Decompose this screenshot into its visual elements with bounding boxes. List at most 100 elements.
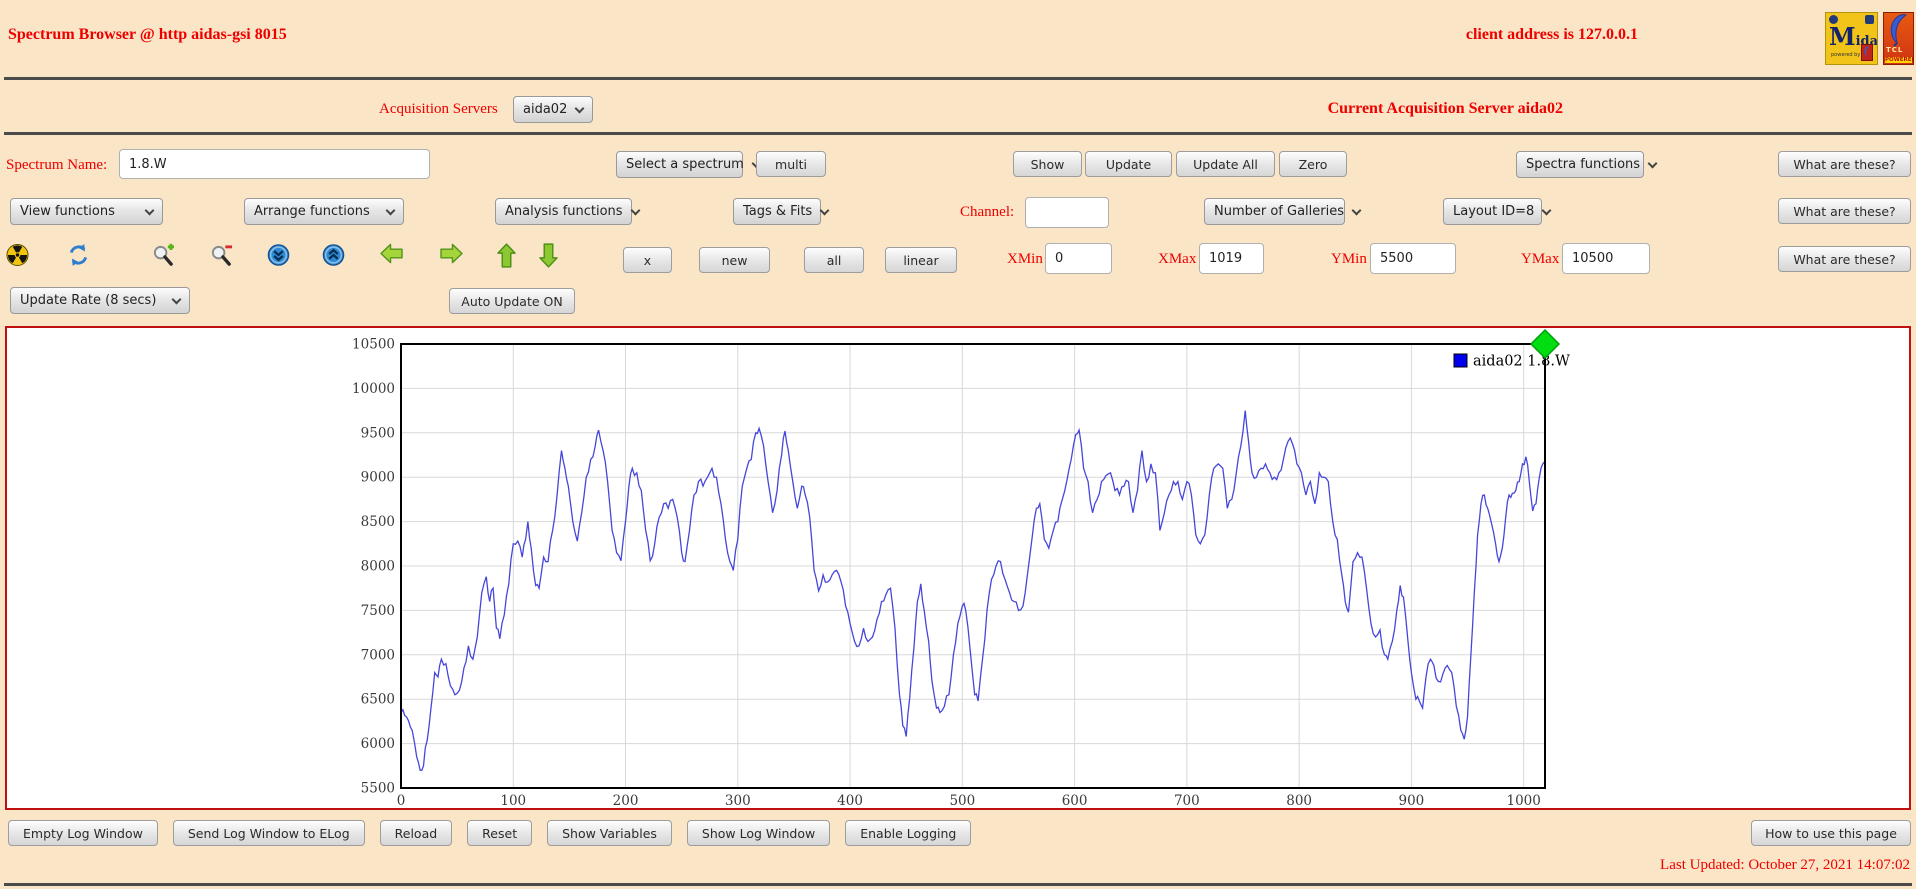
arrow-up-icon[interactable]: [497, 243, 521, 269]
zoom-in-icon[interactable]: [152, 243, 176, 269]
scroll-down-icon[interactable]: [267, 243, 291, 269]
last-updated-text: Last Updated: October 27, 2021 14:07:02: [1660, 857, 1910, 874]
help-button[interactable]: How to use this page: [1751, 820, 1911, 846]
svg-text:900: 900: [1399, 793, 1425, 806]
arrow-down-icon[interactable]: [539, 243, 563, 269]
svg-text:10000: 10000: [352, 381, 395, 397]
midas-logo: Midas powered by: [1825, 12, 1878, 65]
spectrum-name-input[interactable]: [119, 149, 430, 179]
multi-button[interactable]: multi: [756, 151, 826, 177]
channel-input[interactable]: [1025, 197, 1109, 228]
xmin-input[interactable]: [1045, 243, 1112, 274]
midas-tcl-chip-icon: [1861, 44, 1873, 61]
analysis-functions-select[interactable]: Analysis functions: [495, 198, 632, 225]
what-are-these-button-3[interactable]: What are these?: [1778, 246, 1911, 272]
ymax-label: YMax: [1521, 251, 1559, 268]
tcl-logo-text: TCL: [1886, 46, 1903, 54]
client-address: client address is 127.0.0.1: [1466, 26, 1638, 44]
what-are-these-button-1[interactable]: What are these?: [1778, 151, 1911, 177]
current-server-text: Current Acquisition Server aida02: [1328, 100, 1563, 118]
enable-logging-button[interactable]: Enable Logging: [845, 820, 971, 846]
legend-label: aida02 1.8.W: [1473, 354, 1570, 370]
svg-text:6500: 6500: [361, 692, 395, 708]
svg-text:10500: 10500: [352, 337, 395, 353]
number-of-galleries-select[interactable]: Number of Galleries: [1204, 198, 1345, 225]
spectrum-browser-page: { "header": { "title": "Spectrum Browser…: [0, 0, 1916, 889]
chevron-down-icon: [172, 294, 182, 304]
channel-label: Channel:: [960, 204, 1014, 221]
empty-log-window-button[interactable]: Empty Log Window: [8, 820, 158, 846]
arrange-functions-select[interactable]: Arrange functions: [244, 198, 404, 225]
ymax-input[interactable]: [1562, 243, 1650, 274]
ymin-input[interactable]: [1370, 243, 1456, 274]
scroll-up-icon[interactable]: [322, 243, 346, 269]
chevron-down-icon: [1648, 158, 1658, 168]
update-rate-select[interactable]: Update Rate (8 secs): [10, 287, 190, 314]
reset-button[interactable]: Reset: [467, 820, 532, 846]
svg-text:9500: 9500: [361, 425, 395, 441]
auto-update-button[interactable]: Auto Update ON: [449, 288, 575, 314]
update-all-button[interactable]: Update All: [1176, 151, 1275, 177]
tags-fits-select[interactable]: Tags & Fits: [733, 198, 821, 225]
send-log-elog-button[interactable]: Send Log Window to ELog: [173, 820, 365, 846]
svg-text:300: 300: [725, 793, 751, 806]
view-functions-select[interactable]: View functions: [10, 198, 163, 225]
page-title: Spectrum Browser @ http aidas-gsi 8015: [8, 26, 287, 44]
svg-text:100: 100: [500, 793, 526, 806]
reload-button[interactable]: Reload: [380, 820, 453, 846]
xmin-label: XMin: [1007, 251, 1043, 268]
view-functions-value: View functions: [20, 204, 115, 219]
divider: [4, 132, 1912, 135]
show-button[interactable]: Show: [1013, 151, 1082, 177]
zoom-out-icon[interactable]: [210, 243, 234, 269]
svg-text:8000: 8000: [361, 559, 395, 575]
divider: [4, 883, 1912, 886]
number-of-galleries-value: Number of Galleries: [1214, 204, 1344, 219]
svg-text:800: 800: [1286, 793, 1312, 806]
log-toolbar: Empty Log Window Send Log Window to ELog…: [8, 820, 971, 846]
svg-text:700: 700: [1174, 793, 1200, 806]
svg-text:9000: 9000: [361, 470, 395, 486]
select-spectrum-value: Select a spectrum: [626, 157, 744, 172]
svg-text:5500: 5500: [361, 781, 395, 797]
svg-text:6000: 6000: [361, 736, 395, 752]
spectra-functions-select[interactable]: Spectra functions: [1516, 151, 1644, 178]
spectrum-plot: 0100200300400500600700800900100055006000…: [7, 328, 1907, 806]
divider: [4, 77, 1912, 80]
layout-id-select[interactable]: Layout ID=8: [1443, 198, 1542, 225]
radiation-icon[interactable]: [6, 243, 30, 269]
new-button[interactable]: new: [699, 247, 770, 273]
chevron-down-icon: [1542, 205, 1552, 215]
svg-text:7500: 7500: [361, 603, 395, 619]
tcl-feather-icon: [1884, 13, 1913, 47]
show-variables-button[interactable]: Show Variables: [547, 820, 672, 846]
ymin-label: YMin: [1331, 251, 1367, 268]
legend-swatch: [1454, 354, 1467, 367]
acquisition-server-value: aida02: [523, 102, 567, 117]
x-axis-button[interactable]: x: [623, 247, 672, 273]
zero-button[interactable]: Zero: [1279, 151, 1347, 177]
what-are-these-button-2[interactable]: What are these?: [1778, 198, 1911, 224]
spectrum-chart: 0100200300400500600700800900100055006000…: [5, 326, 1911, 810]
chevron-down-icon: [386, 205, 396, 215]
xmax-input[interactable]: [1199, 243, 1264, 274]
tags-fits-value: Tags & Fits: [743, 204, 812, 219]
svg-text:1000: 1000: [1506, 793, 1540, 806]
arrow-right-icon[interactable]: [440, 243, 464, 269]
update-button[interactable]: Update: [1085, 151, 1172, 177]
svg-text:0: 0: [397, 793, 406, 806]
chevron-down-icon: [630, 205, 640, 215]
all-button[interactable]: all: [804, 247, 864, 273]
spectrum-name-label: Spectrum Name:: [6, 157, 107, 174]
arrow-left-icon[interactable]: [380, 243, 404, 269]
svg-text:8500: 8500: [361, 514, 395, 530]
linear-button[interactable]: linear: [885, 247, 957, 273]
arrange-functions-value: Arrange functions: [254, 204, 370, 219]
analysis-functions-value: Analysis functions: [505, 204, 623, 219]
select-spectrum-select[interactable]: Select a spectrum: [616, 151, 743, 178]
show-log-window-button[interactable]: Show Log Window: [687, 820, 830, 846]
refresh-icon[interactable]: [67, 243, 91, 269]
xmax-label: XMax: [1158, 251, 1196, 268]
acquisition-server-select[interactable]: aida02: [513, 96, 593, 123]
tcl-powered-logo: TCL POWERED: [1883, 12, 1914, 65]
